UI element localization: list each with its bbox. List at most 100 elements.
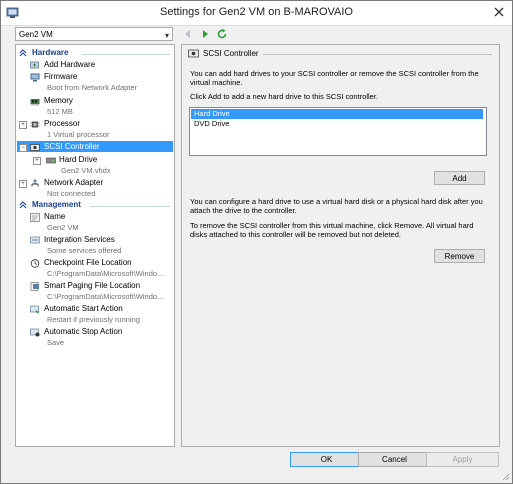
chevron-down-icon: ▾ (164, 31, 169, 40)
checkpoint-icon (30, 259, 40, 268)
tree-item-smart-paging-file-location[interactable]: Smart Paging File Location C:\ProgramDat… (16, 281, 174, 303)
memory-icon (30, 99, 40, 106)
section-divider (82, 54, 170, 55)
tree-item-integration-services[interactable]: Integration Services Some services offer… (16, 235, 174, 257)
tree-item-detail: Save (47, 338, 65, 347)
tree-item-detail: Gen2 VM (47, 223, 79, 232)
network-adapter-icon (31, 179, 39, 187)
tree-item-label: Network Adapter (44, 178, 104, 187)
settings-window: Settings for Gen2 VM on B-MAROVAIO Gen2 … (0, 0, 513, 484)
list-item-dvd-drive[interactable]: DVD Drive (191, 119, 483, 129)
tree-item-label: Processor (44, 119, 81, 128)
settings-tree: Hardware Add Hardware Firmware Boot from… (15, 44, 175, 447)
tree-item-detail: 1 Virtual processor (47, 130, 110, 139)
window-title: Settings for Gen2 VM on B-MAROVAIO (160, 6, 353, 18)
refresh-button[interactable] (216, 28, 228, 40)
apply-button[interactable]: Apply (426, 452, 499, 467)
resize-grip-icon[interactable] (502, 473, 510, 481)
tree-item-detail: Gen2 VM.vhdx (61, 166, 111, 175)
panel-title: SCSI Controller (203, 49, 259, 58)
expand-toggle[interactable]: + (33, 157, 41, 165)
intro-text: You can add hard drives to your SCSI con… (190, 69, 479, 87)
tree-item-label: Automatic Stop Action (44, 327, 123, 336)
processor-icon (30, 121, 40, 128)
management-section-header[interactable]: Management (16, 200, 174, 212)
collapse-toggle[interactable]: − (19, 144, 27, 152)
stop-action-icon (30, 328, 40, 337)
add-button-label: Add (452, 174, 467, 183)
tree-item-add-hardware[interactable]: Add Hardware (16, 60, 174, 71)
tree-item-label: Automatic Start Action (44, 304, 123, 313)
tree-item-automatic-start-action[interactable]: Automatic Start Action Restart if previo… (16, 304, 174, 326)
firmware-icon (30, 73, 40, 82)
panel-heading: SCSI Controller (188, 49, 492, 59)
close-icon (494, 7, 504, 17)
vm-selector-dropdown[interactable]: Gen2 VM ▾ (15, 27, 173, 41)
tree-item-label: Integration Services (44, 235, 115, 244)
refresh-icon (217, 28, 227, 39)
expand-toggle[interactable]: + (19, 121, 27, 129)
tree-item-detail: Boot from Network Adapter (47, 83, 138, 92)
tree-item-label: Checkpoint File Location (44, 258, 132, 267)
start-action-icon (30, 305, 40, 314)
smart-paging-icon (30, 282, 39, 291)
apply-button-label: Apply (452, 455, 473, 464)
expand-toggle[interactable]: + (19, 180, 27, 188)
ok-button-label: OK (320, 455, 333, 464)
tree-item-label: SCSI Controller (44, 142, 100, 151)
tree-item-scsi-controller[interactable]: − SCSI Controller (16, 141, 174, 153)
vm-selector-value: Gen2 VM (19, 30, 53, 39)
close-button[interactable] (492, 5, 506, 19)
remove-button[interactable]: Remove (434, 249, 485, 263)
remove-button-label: Remove (444, 252, 475, 261)
scsi-controller-icon (188, 49, 199, 58)
section-divider (90, 206, 170, 207)
remove-info-text: To remove the SCSI controller from this … (190, 221, 474, 239)
tree-item-detail: Restart if previously running (47, 315, 140, 324)
tree-item-label: Firmware (44, 72, 78, 81)
tree-item-automatic-stop-action[interactable]: Automatic Stop Action Save (16, 327, 174, 349)
tree-item-hard-drive[interactable]: + Hard Drive Gen2 VM.vhdx (16, 155, 174, 177)
next-nav-button[interactable] (199, 28, 211, 40)
tree-item-detail: C:\ProgramData\Microsoft\Windo... (47, 269, 164, 278)
collapse-chevron-icon (19, 49, 27, 57)
collapse-chevron-icon (19, 201, 27, 209)
management-section-label: Management (32, 200, 81, 209)
tree-item-detail: 512 MB (47, 107, 73, 116)
details-panel: SCSI Controller You can add hard drives … (181, 44, 500, 447)
previous-nav-button[interactable] (182, 28, 194, 40)
ok-button[interactable]: OK (290, 452, 363, 467)
tree-item-label: Smart Paging File Location (44, 281, 141, 290)
cancel-button[interactable]: Cancel (358, 452, 431, 467)
tree-item-label: Memory (44, 96, 73, 105)
tree-item-processor[interactable]: + Processor 1 Virtual processor (16, 119, 174, 141)
scsi-controller-icon (30, 144, 40, 151)
hardware-section-label: Hardware (32, 48, 69, 57)
add-button[interactable]: Add (434, 171, 485, 185)
heading-divider (263, 54, 492, 55)
title-bar: Settings for Gen2 VM on B-MAROVAIO (1, 1, 512, 26)
hardware-section-header[interactable]: Hardware (16, 48, 174, 60)
tree-item-checkpoint-file-location[interactable]: Checkpoint File Location C:\ProgramData\… (16, 258, 174, 280)
instruction-text: Click Add to add a new hard drive to thi… (190, 92, 379, 101)
left-arrow-icon (185, 30, 190, 38)
name-icon (30, 213, 40, 222)
tree-item-label: Add Hardware (44, 60, 96, 69)
tree-item-label: Name (44, 212, 66, 221)
tree-item-detail: C:\ProgramData\Microsoft\Windo... (47, 292, 164, 301)
tree-item-network-adapter[interactable]: + Network Adapter Not connected (16, 178, 174, 200)
tree-item-firmware[interactable]: Firmware Boot from Network Adapter (16, 72, 174, 94)
integration-services-icon (30, 236, 40, 244)
tree-item-detail: Not connected (47, 189, 96, 198)
tree-item-detail: Some services offered (47, 246, 122, 255)
hard-drive-icon (46, 157, 56, 164)
tree-item-label: Hard Drive (59, 155, 98, 164)
tree-item-name[interactable]: Name Gen2 VM (16, 212, 174, 234)
right-arrow-icon (203, 30, 208, 38)
configure-text: You can configure a hard drive to use a … (190, 197, 483, 215)
add-hardware-icon (30, 61, 39, 69)
cancel-button-label: Cancel (382, 455, 407, 464)
drive-type-listbox[interactable]: Hard Drive DVD Drive (189, 107, 487, 156)
tree-item-memory[interactable]: Memory 512 MB (16, 96, 174, 118)
list-item-hard-drive[interactable]: Hard Drive (191, 109, 483, 119)
